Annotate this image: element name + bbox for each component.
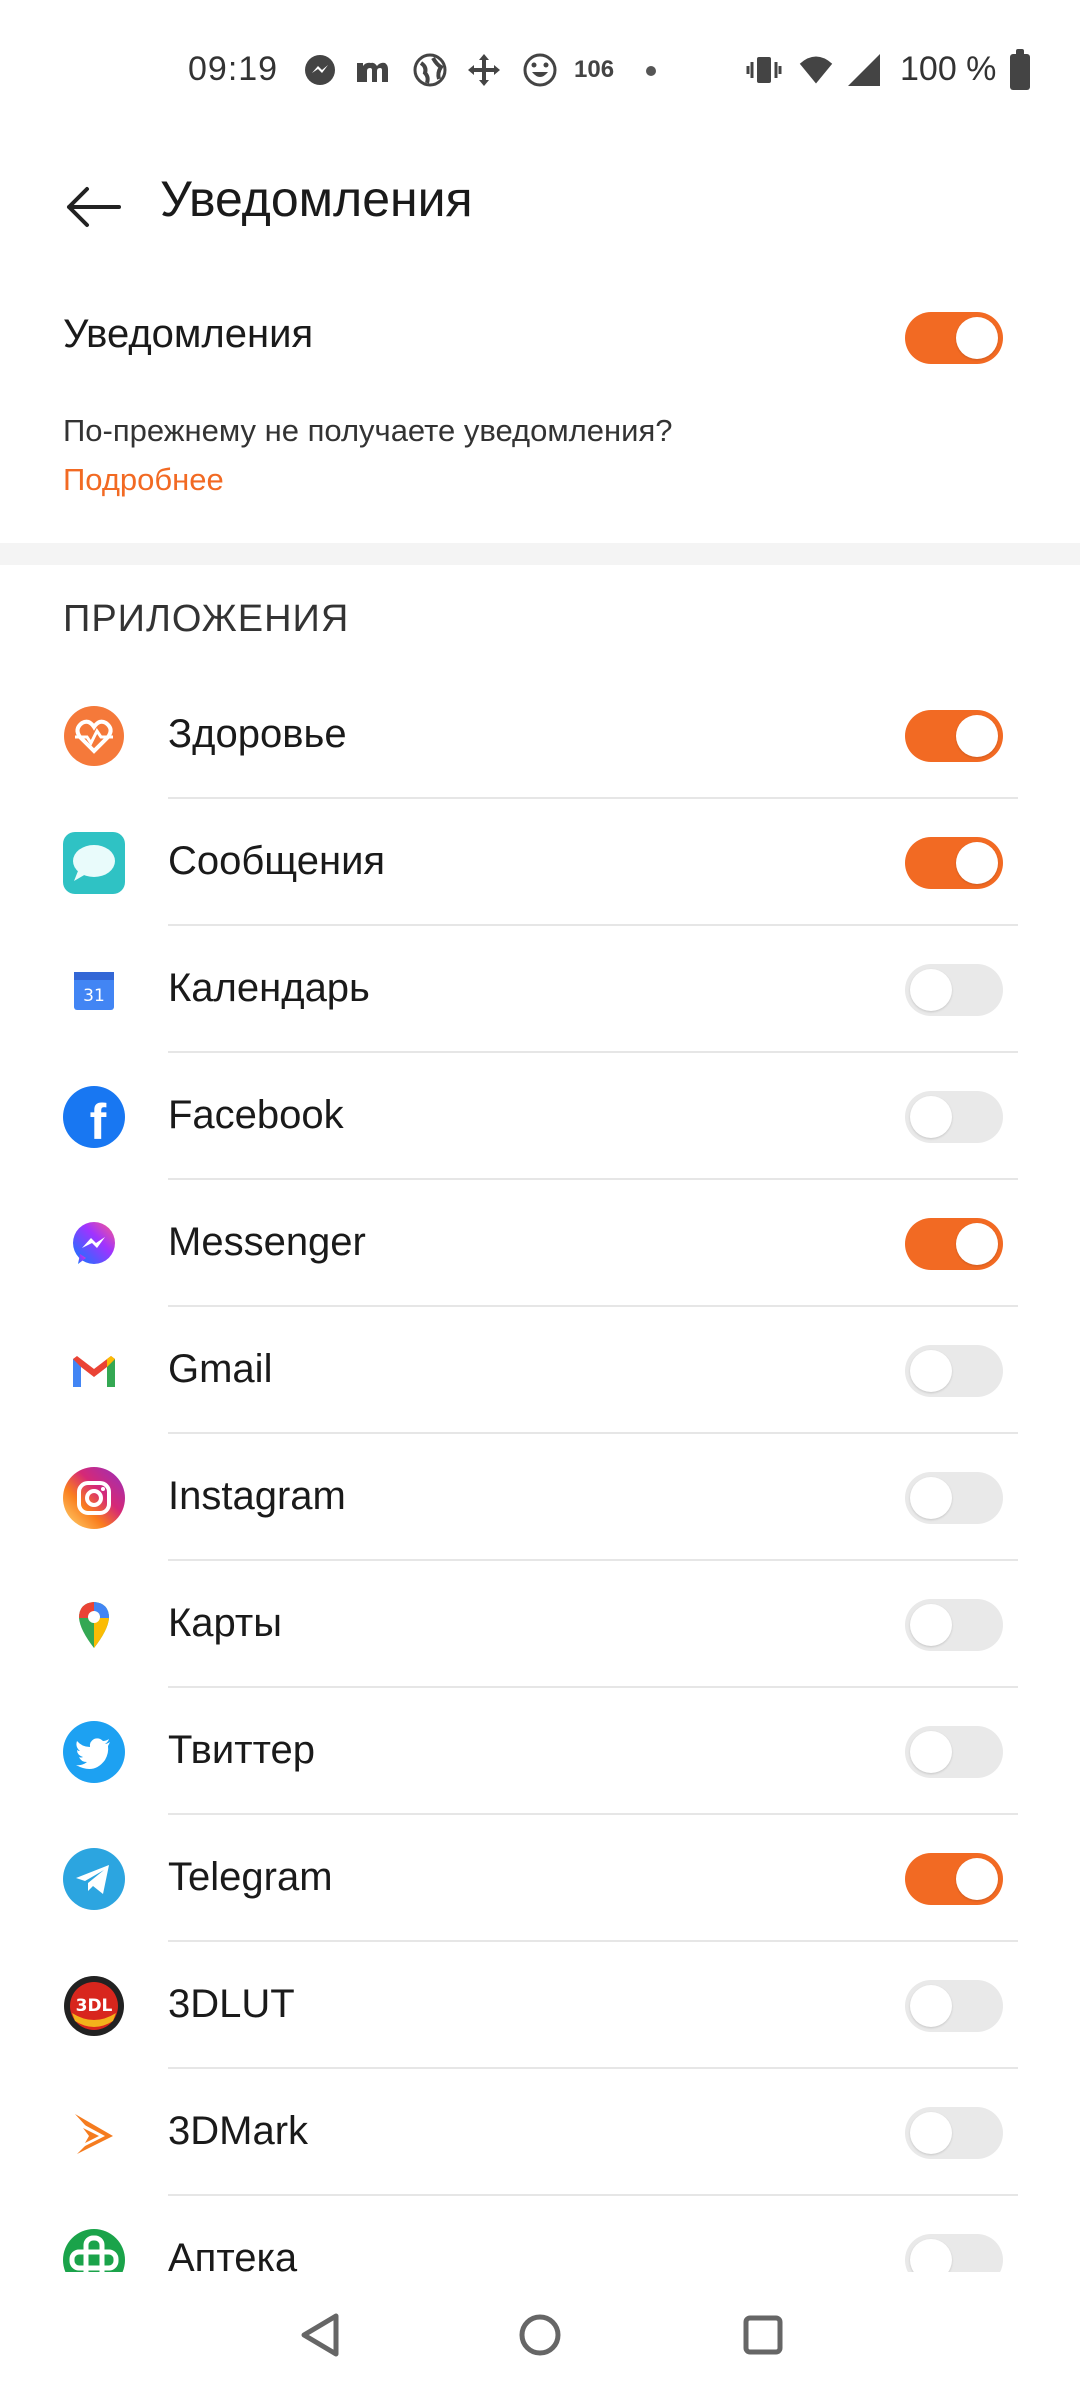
3dmark-icon	[62, 2101, 126, 2165]
help-text: По-прежнему не получаете уведомления?	[63, 413, 673, 448]
messenger-icon	[62, 1212, 126, 1276]
app-name: Календарь	[168, 966, 370, 1010]
app-row-health[interactable]: Здоровье	[0, 672, 1080, 799]
triangle-back-icon	[301, 2313, 339, 2357]
signal-icon	[846, 52, 882, 88]
top-app-bar: Уведомления	[0, 150, 1080, 260]
app-name: 3DLUT	[168, 1982, 295, 2026]
messenger-status-icon	[302, 52, 338, 88]
arrow-left-icon	[67, 187, 121, 227]
app-name: Facebook	[168, 1093, 344, 1137]
app-toggle-calendar[interactable]	[905, 964, 1003, 1016]
app-toggle-3dmark[interactable]	[905, 2107, 1003, 2159]
app-row-messenger[interactable]: Messenger	[0, 1180, 1080, 1307]
app-name: Сообщения	[168, 839, 386, 883]
app-row-facebook[interactable]: f Facebook	[0, 1053, 1080, 1180]
nav-back-button[interactable]	[295, 2310, 345, 2360]
globe-status-icon	[412, 52, 448, 88]
navigation-bar	[0, 2272, 1080, 2400]
square-recents-icon	[743, 2315, 783, 2355]
emoji-status-icon	[522, 52, 558, 88]
app-name: Твиттер	[168, 1728, 315, 1772]
app-toggle-telegram[interactable]	[905, 1853, 1003, 1905]
section-header-apps: ПРИЛОЖЕНИЯ	[63, 598, 350, 640]
app-name: Telegram	[168, 1855, 333, 1899]
app-name: Gmail	[168, 1347, 273, 1391]
app-name: Здоровье	[168, 712, 347, 756]
master-label: Уведомления	[63, 312, 314, 356]
instagram-icon	[62, 1466, 126, 1530]
app-list[interactable]: Здоровье Сообщения 31 Календарь f Facebo…	[0, 672, 1080, 2272]
app-toggle-3dlut[interactable]	[905, 1980, 1003, 2032]
app-name: Карты	[168, 1601, 282, 1645]
app-row-telegram[interactable]: Telegram	[0, 1815, 1080, 1942]
app-row-gmail[interactable]: Gmail	[0, 1307, 1080, 1434]
section-divider	[0, 543, 1080, 565]
app-name: Instagram	[168, 1474, 346, 1518]
app-toggle-twitter[interactable]	[905, 1726, 1003, 1778]
move-status-icon	[466, 52, 502, 88]
app-row-pharmacy[interactable]: Аптека	[0, 2196, 1080, 2272]
page-title: Уведомления	[160, 171, 473, 227]
app-row-3dlut[interactable]: 3DL 3DLUT	[0, 1942, 1080, 2069]
master-toggle[interactable]	[905, 312, 1003, 364]
3dlut-icon: 3DL	[62, 1974, 126, 2038]
app-toggle-pharmacy[interactable]	[905, 2234, 1003, 2272]
health-icon	[62, 704, 126, 768]
nav-home-button[interactable]	[515, 2310, 565, 2360]
app-row-3dmark[interactable]: 3DMark	[0, 2069, 1080, 2196]
wifi-icon	[798, 52, 834, 88]
back-button[interactable]	[58, 172, 128, 242]
notifications-master-row[interactable]: Уведомления	[0, 290, 1080, 390]
facebook-icon: f	[62, 1085, 126, 1149]
m-status-icon	[354, 52, 390, 88]
svg-text:3DL: 3DL	[76, 1996, 113, 2016]
app-row-instagram[interactable]: Instagram	[0, 1434, 1080, 1561]
app-row-maps[interactable]: Карты	[0, 1561, 1080, 1688]
battery-icon	[1010, 49, 1030, 90]
vibrate-icon	[746, 52, 782, 88]
app-toggle-gmail[interactable]	[905, 1345, 1003, 1397]
app-toggle-instagram[interactable]	[905, 1472, 1003, 1524]
more-notifications-dot	[646, 66, 656, 76]
app-toggle-health[interactable]	[905, 710, 1003, 762]
gmail-icon	[62, 1339, 126, 1403]
pharmacy-icon	[62, 2228, 126, 2272]
svg-text:31: 31	[83, 986, 105, 1006]
status-time: 09:19	[188, 50, 279, 88]
app-name: 3DMark	[168, 2109, 309, 2153]
app-row-messages[interactable]: Сообщения	[0, 799, 1080, 926]
circle-home-icon	[519, 2314, 561, 2356]
app-row-calendar[interactable]: 31 Календарь	[0, 926, 1080, 1053]
calendar-icon: 31	[62, 958, 126, 1022]
app-toggle-messenger[interactable]	[905, 1218, 1003, 1270]
app-toggle-maps[interactable]	[905, 1599, 1003, 1651]
status-bar: 09:19 106 100 %	[0, 0, 1080, 140]
app-row-twitter[interactable]: Твиттер	[0, 1688, 1080, 1815]
app-toggle-messages[interactable]	[905, 837, 1003, 889]
svg-text:f: f	[90, 1094, 107, 1149]
app-name: Аптека	[168, 2236, 298, 2272]
telegram-icon	[62, 1847, 126, 1911]
learn-more-link[interactable]: Подробнее	[63, 462, 224, 498]
app-toggle-facebook[interactable]	[905, 1091, 1003, 1143]
app-name: Messenger	[168, 1220, 366, 1264]
twitter-icon	[62, 1720, 126, 1784]
nav-recents-button[interactable]	[738, 2310, 788, 2360]
battery-percent: 100 %	[900, 50, 997, 88]
status-badge: 106	[574, 56, 615, 83]
maps-icon	[62, 1593, 126, 1657]
messages-icon	[62, 831, 126, 895]
